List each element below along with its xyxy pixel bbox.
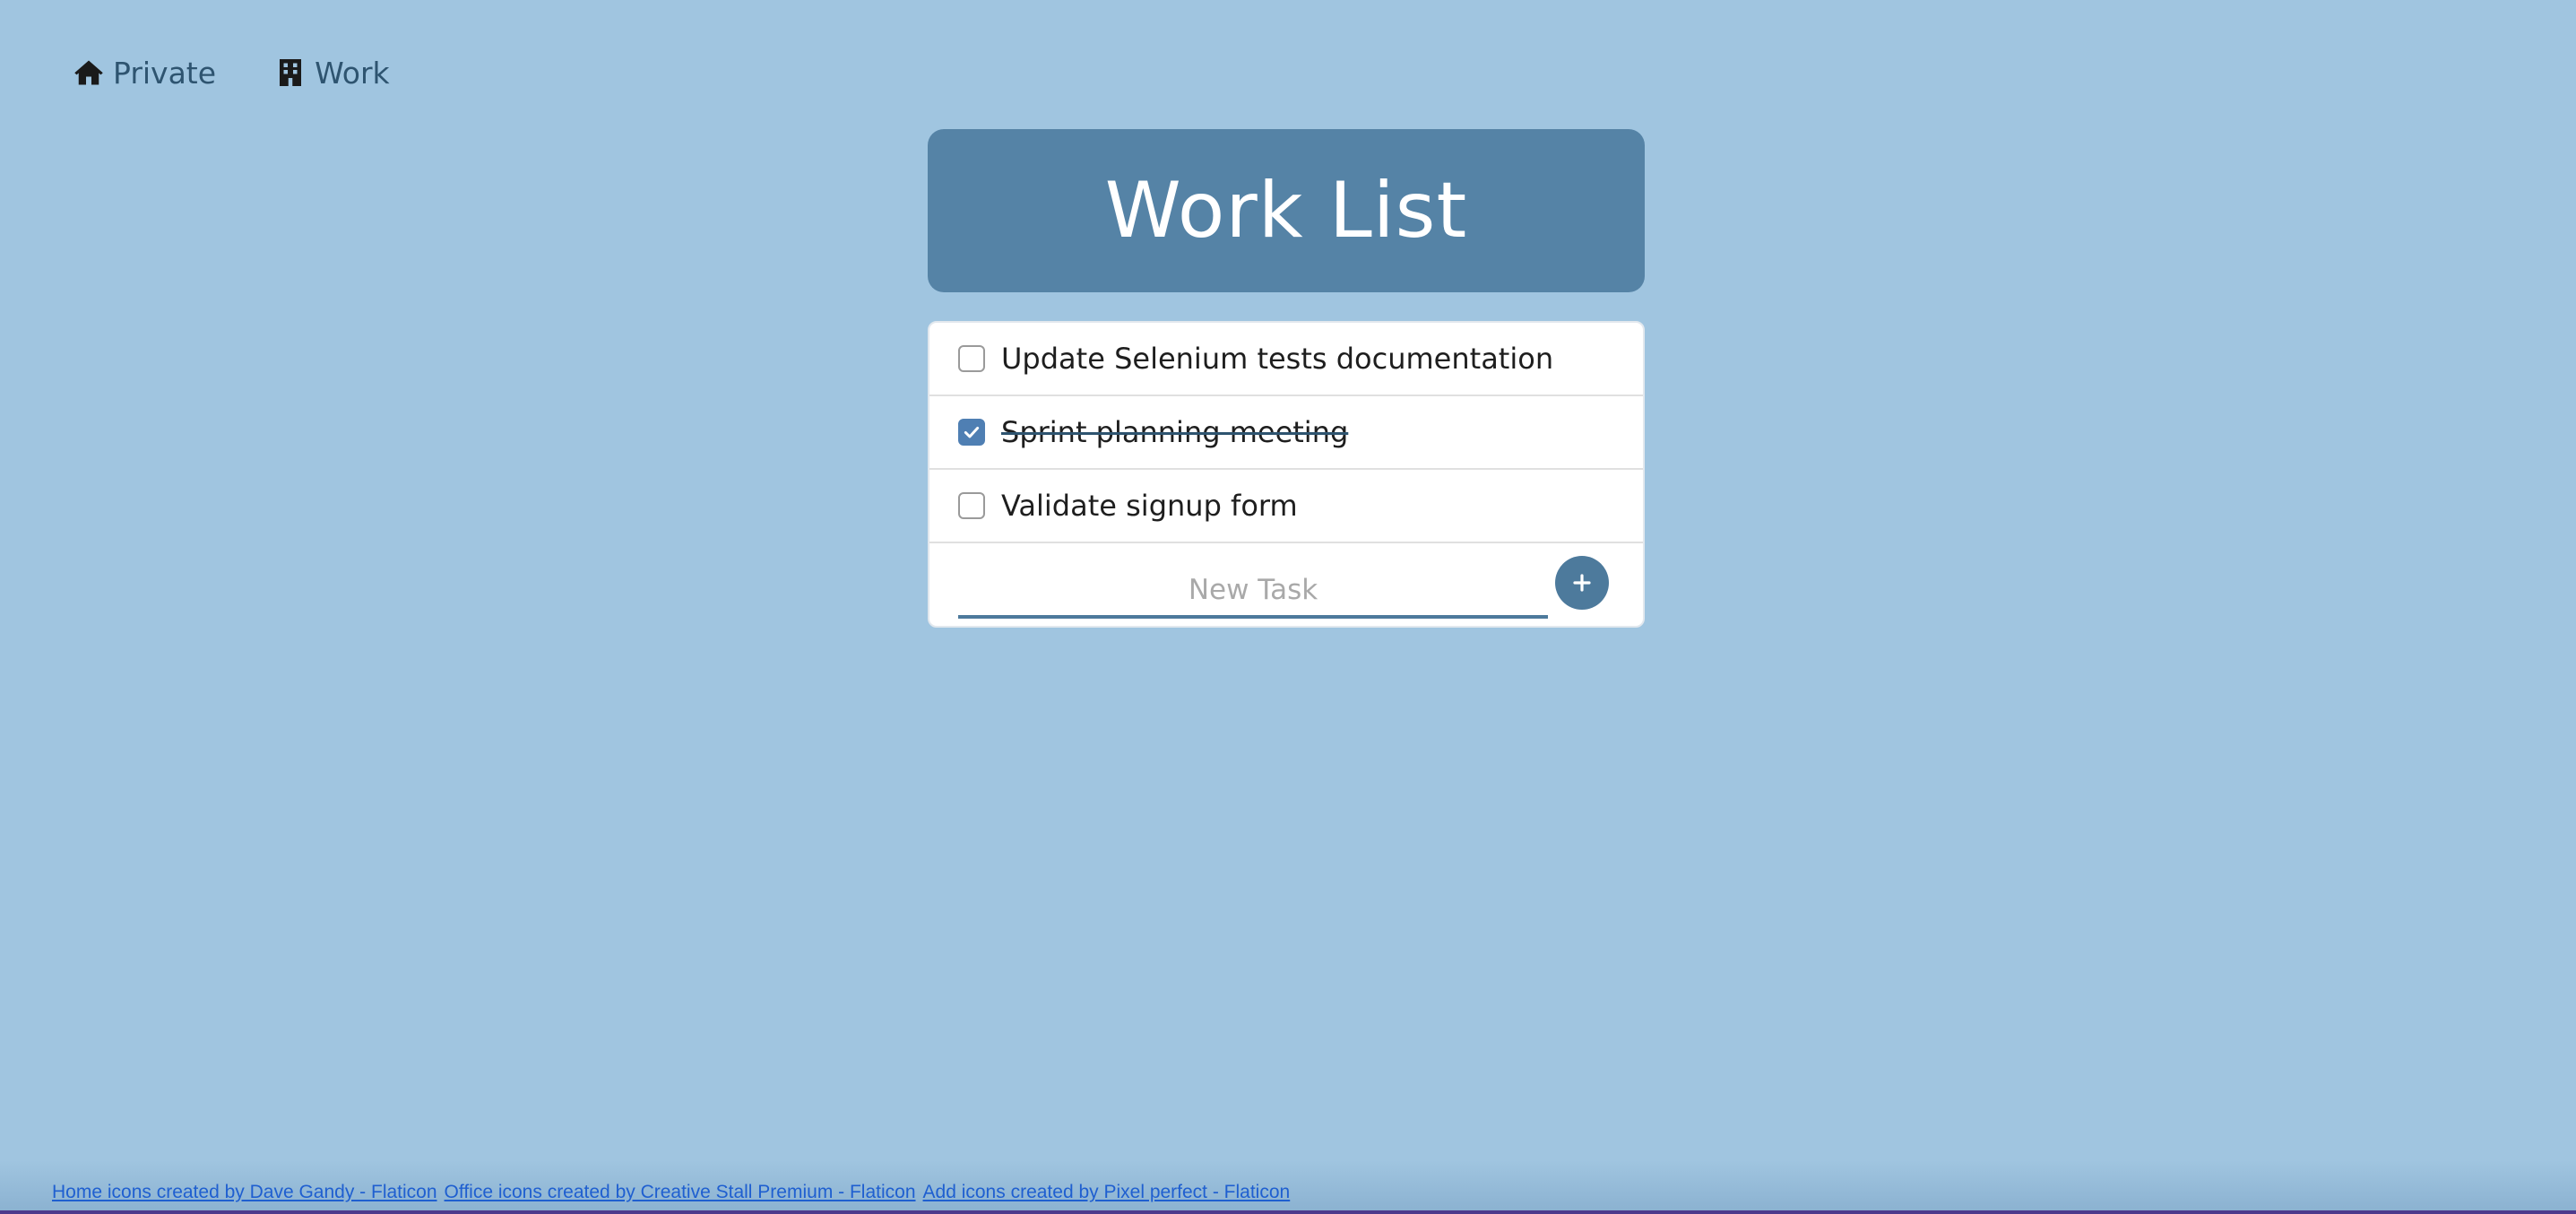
task-text: Validate signup form [1001,489,1298,523]
add-task-button[interactable] [1555,556,1609,610]
office-building-icon [273,56,307,90]
task-row: Validate signup form [929,470,1643,543]
new-task-row [929,543,1643,626]
attribution-links: Home icons created by Dave Gandy - Flati… [52,1182,1290,1203]
nav-label-work: Work [315,55,390,91]
nav-label-private: Private [113,55,217,91]
attribution-link-home-icons[interactable]: Home icons created by Dave Gandy - Flati… [52,1182,437,1203]
plus-icon [1573,574,1591,592]
window-bottom-edge [0,1210,2576,1214]
task-checkbox[interactable] [958,345,985,372]
home-icon [72,56,106,90]
nav-link-private[interactable]: Private [72,56,216,90]
attribution-link-office-icons[interactable]: Office icons created by Creative Stall P… [445,1182,916,1203]
task-list: Update Selenium tests documentation Spri… [928,321,1645,628]
footer: Home icons created by Dave Gandy - Flati… [0,1160,2576,1214]
list-header: Work List [928,129,1645,292]
page-title: Work List [1104,166,1468,256]
task-row: Sprint planning meeting [929,396,1643,470]
top-nav: Private Work [72,56,390,90]
attribution-link-add-icons[interactable]: Add icons created by Pixel perfect - Fla… [923,1182,1291,1203]
task-row: Update Selenium tests documentation [929,323,1643,396]
new-task-input[interactable] [958,565,1548,619]
task-checkbox[interactable] [958,492,985,519]
task-text: Sprint planning meeting [1001,415,1349,449]
task-text: Update Selenium tests documentation [1001,342,1554,376]
checkmark-icon [964,426,980,438]
nav-link-work[interactable]: Work [273,56,390,90]
task-checkbox[interactable] [958,419,985,446]
